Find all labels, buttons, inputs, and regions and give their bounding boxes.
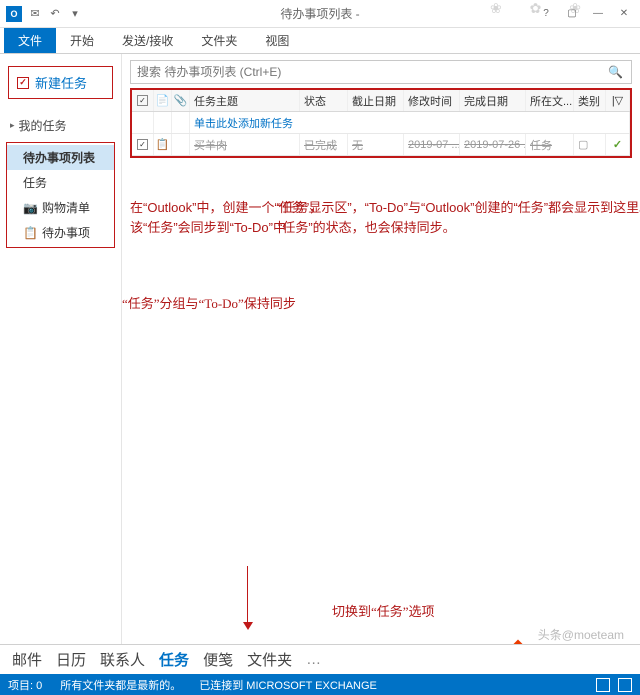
sidebar-item-label: 购物清单 (42, 199, 90, 216)
sidebar-item-todo-list[interactable]: 待办事项列表 (7, 145, 114, 170)
ribbon-display-button[interactable]: ▢ (560, 4, 584, 24)
status-connected: 已连接到 MICROSOFT EXCHANGE (199, 677, 377, 693)
col-status[interactable]: 状态 (300, 90, 348, 111)
sidebar-group-box: 待办事项列表 任务 📷 购物清单 📋 待办事项 (6, 142, 115, 248)
col-modified[interactable]: 修改时间 (404, 90, 460, 111)
sidebar-group-my-tasks[interactable]: ▸ 我的任务 (6, 113, 115, 138)
qat-undo-icon[interactable]: ↶ (48, 7, 62, 21)
sidebar-item-label: 待办事项列表 (23, 149, 95, 166)
sidebar-item-tasks[interactable]: 任务 (7, 170, 114, 195)
col-folder[interactable]: 所在文... (526, 90, 574, 111)
module-bar: 邮件 日历 联系人 任务 便笺 文件夹 … (0, 644, 640, 674)
chevron-down-icon: ▸ (10, 120, 15, 131)
ribbon-tabs: 文件 开始 发送/接收 文件夹 视图 (0, 28, 640, 54)
module-mail[interactable]: 邮件 (12, 649, 42, 670)
tab-view[interactable]: 视图 (251, 28, 303, 53)
new-task-label: 新建任务 (35, 73, 87, 92)
sidebar-item-label: 待办事项 (42, 224, 90, 241)
col-due-date[interactable]: 截止日期 (348, 90, 404, 111)
camera-icon: 📷 (23, 201, 38, 215)
module-folders[interactable]: 文件夹 (247, 649, 292, 670)
task-icon: 📋 (154, 134, 172, 155)
minimize-button[interactable]: — (586, 4, 610, 24)
tab-home[interactable]: 开始 (56, 28, 108, 53)
module-notes[interactable]: 便笺 (203, 649, 233, 670)
row-due: 无 (348, 134, 404, 155)
qat-send-receive-icon[interactable]: ✉ (28, 7, 42, 21)
main-pane: 🔍 ✓ 📄 📎 任务主题 状态 截止日期 修改时间 完成日期 所在文... 类别… (122, 54, 640, 644)
module-tasks[interactable]: 任务 (159, 649, 189, 670)
col-checkbox[interactable]: ✓ (132, 90, 154, 111)
col-subject[interactable]: 任务主题 (190, 90, 300, 111)
row-flag-done[interactable]: ✓ (606, 134, 630, 155)
status-bar: 项目: 0 所有文件夹都是最新的。 已连接到 MICROSOFT EXCHANG… (0, 674, 640, 695)
annotation-arrow-head (243, 622, 253, 630)
col-flag[interactable]: |▽ (606, 90, 630, 111)
task-table: ✓ 📄 📎 任务主题 状态 截止日期 修改时间 完成日期 所在文... 类别 |… (130, 88, 632, 158)
window-title: 待办事项列表 - (280, 5, 359, 22)
search-input[interactable] (131, 65, 600, 79)
row-category: ▢ (574, 134, 606, 155)
tab-folder[interactable]: 文件夹 (187, 28, 251, 53)
row-folder: 任务 (526, 134, 574, 155)
module-more[interactable]: … (306, 651, 321, 668)
row-subject: 买羊肉 (190, 134, 300, 155)
sidebar-group-label: 我的任务 (19, 117, 67, 134)
view-reading-icon[interactable] (618, 678, 632, 692)
sidebar-item-label: 任务 (23, 174, 47, 191)
search-bar[interactable]: 🔍 (130, 60, 632, 84)
col-category[interactable]: 类别 (574, 90, 606, 111)
module-calendar[interactable]: 日历 (56, 649, 86, 670)
new-task-button[interactable]: ✓ 新建任务 (8, 66, 113, 99)
row-checkbox[interactable]: ✓ (132, 134, 154, 155)
add-task-placeholder: 单击此处添加新任务 (190, 112, 630, 133)
view-normal-icon[interactable] (596, 678, 610, 692)
sidebar-item-todo[interactable]: 📋 待办事项 (7, 220, 114, 245)
col-icon[interactable]: 📄 (154, 90, 172, 111)
table-header-row: ✓ 📄 📎 任务主题 状态 截止日期 修改时间 完成日期 所在文... 类别 |… (132, 90, 630, 112)
new-task-icon: ✓ (17, 77, 29, 89)
status-folders-current: 所有文件夹都是最新的。 (60, 677, 181, 693)
search-icon[interactable]: 🔍 (600, 65, 631, 79)
help-button[interactable]: ? (534, 4, 558, 24)
col-completed[interactable]: 完成日期 (460, 90, 526, 111)
tab-file[interactable]: 文件 (4, 28, 56, 53)
close-button[interactable]: ✕ (612, 4, 636, 24)
sidebar-item-shopping[interactable]: 📷 购物清单 (7, 195, 114, 220)
qat-customize-icon[interactable]: ▾ (68, 7, 82, 21)
watermark-text: 头条@moeteam (538, 626, 624, 643)
module-contacts[interactable]: 联系人 (100, 649, 145, 670)
add-task-row[interactable]: 单击此处添加新任务 (132, 112, 630, 134)
titlebar: O ✉ ↶ ▾ 待办事项列表 - ? ▢ — ✕ (0, 0, 640, 28)
clipboard-icon: 📋 (23, 226, 38, 240)
annotation-sync-groups: “任务”分组与“To-Do”保持同步 (122, 294, 402, 314)
row-completed: 2019-07-26 ... (460, 134, 526, 155)
row-status: 已完成 (300, 134, 348, 155)
sidebar: ✓ 新建任务 ▸ 我的任务 待办事项列表 任务 📷 购物清单 📋 待办事项 (0, 54, 122, 644)
annotation-arrow-stem (247, 566, 248, 624)
tab-send-receive[interactable]: 发送/接收 (108, 28, 187, 53)
table-row[interactable]: ✓ 📋 买羊肉 已完成 无 2019-07 ... 2019-07-26 ...… (132, 134, 630, 156)
row-modified: 2019-07 ... (404, 134, 460, 155)
outlook-icon: O (6, 6, 22, 22)
status-item-count: 项目: 0 (8, 677, 42, 693)
col-attachment[interactable]: 📎 (172, 90, 190, 111)
content-area: ✓ 新建任务 ▸ 我的任务 待办事项列表 任务 📷 购物清单 📋 待办事项 (0, 54, 640, 644)
annotation-create-task: 在“Outlook”中，创建一个“任务”， 该“任务”会同步到“To-Do”中 (130, 198, 430, 237)
row-attachment (172, 134, 190, 155)
annotation-switch-tasks: 切换到“任务”选项 (332, 602, 512, 622)
